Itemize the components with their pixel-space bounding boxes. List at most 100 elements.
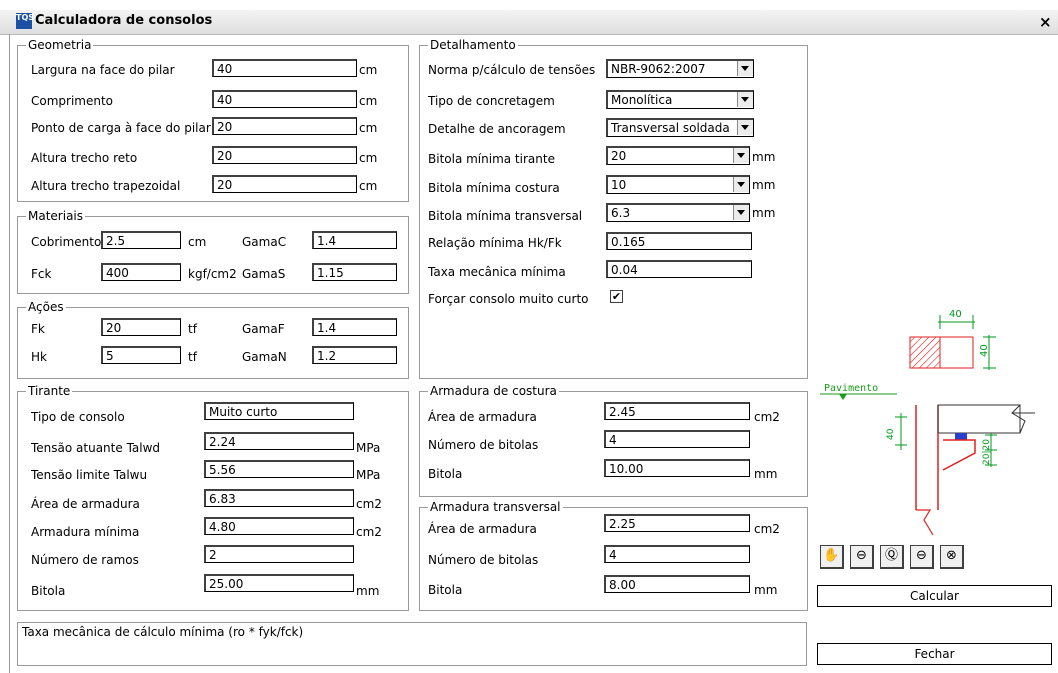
altura-reto-input[interactable]: 20 xyxy=(212,146,357,164)
materiais-legend: Materiais xyxy=(26,209,86,223)
chevron-down-icon[interactable] xyxy=(737,92,753,107)
gaman-input[interactable]: 1.2 xyxy=(312,346,397,364)
transversal-legend: Armadura transversal xyxy=(428,500,563,514)
forcar-checkbox[interactable]: ✔ xyxy=(610,290,623,303)
costura-numero-label: Número de bitolas xyxy=(428,438,539,452)
fck-label: Fck xyxy=(31,267,52,281)
bitola-costura-unit: mm xyxy=(752,178,776,192)
materiais-group: Materiais xyxy=(17,209,409,294)
transversal-bitola-label: Bitola xyxy=(428,583,463,597)
zoom-all-icon[interactable]: Ⓠ xyxy=(880,545,904,569)
transversal-numero-label: Número de bitolas xyxy=(428,553,539,567)
chevron-down-icon[interactable] xyxy=(737,120,753,135)
help-text-box: Taxa mecânica de cálculo mínima (ro * fy… xyxy=(17,622,807,666)
pan-icon[interactable]: ✋ xyxy=(820,545,844,569)
bitola-tirante-unit: mm xyxy=(752,150,776,164)
fck-input[interactable]: 400 xyxy=(101,263,181,281)
taxa-input[interactable]: 0.04 xyxy=(606,260,752,278)
gamas-input[interactable]: 1.15 xyxy=(312,263,397,281)
transversal-bitola-unit: mm xyxy=(754,583,778,597)
tirante-bitola-label: Bitola xyxy=(31,584,66,598)
forcar-label: Forçar consolo muito curto xyxy=(428,292,589,306)
zoom-window-icon[interactable]: ⊖ xyxy=(850,545,874,569)
tensao-limite-label: Tensão limite Talwu xyxy=(31,468,148,482)
ancoragem-select[interactable]: Transversal soldada xyxy=(606,118,754,137)
tirante-tipo-value: Muito curto xyxy=(204,402,354,420)
window-border xyxy=(9,34,10,673)
norma-select[interactable]: NBR-9062:2007 xyxy=(606,59,754,78)
side-view: Pavimento 40 20|20 xyxy=(820,383,1035,536)
costura-bitola-value: 10.00 xyxy=(604,459,750,477)
altura-trapezoidal-input[interactable]: 20 xyxy=(212,175,357,193)
bitola-costura-label: Bitola mínima costura xyxy=(428,181,560,195)
ponto-carga-input[interactable]: 20 xyxy=(212,117,357,135)
calcular-button[interactable]: Calcular xyxy=(817,585,1052,607)
fk-label: Fk xyxy=(31,322,45,336)
cobrimento-input[interactable]: 2.5 xyxy=(101,231,181,249)
relacao-label: Relação mínima Hk/Fk xyxy=(428,236,562,250)
tensao-atuante-value: 2.24 xyxy=(204,432,354,450)
largura-label: Largura na face do pilar xyxy=(31,63,175,77)
fk-input[interactable]: 20 xyxy=(101,318,181,336)
redraw-icon[interactable]: ⊗ xyxy=(940,545,964,569)
hk-label: Hk xyxy=(31,350,47,364)
transversal-area-unit: cm2 xyxy=(754,522,780,536)
fck-unit: kgf/cm2 xyxy=(188,267,237,281)
concretagem-label: Tipo de concretagem xyxy=(428,94,555,108)
taxa-label: Taxa mecânica mínima xyxy=(428,265,566,279)
ancoragem-value: Transversal soldada xyxy=(611,121,730,135)
chevron-down-icon[interactable] xyxy=(737,61,753,76)
altura-trapezoidal-unit: cm xyxy=(359,179,378,193)
close-icon[interactable]: × xyxy=(1039,13,1052,31)
consolo-drawing: 40 40 Pavimento 40 20|20 xyxy=(820,309,1035,536)
zoom-out-icon[interactable]: ⊖ xyxy=(910,545,934,569)
gamaf-label: GamaF xyxy=(242,322,285,336)
hk-input[interactable]: 5 xyxy=(101,346,181,364)
transversal-numero-value: 4 xyxy=(604,545,750,563)
gamas-label: GamaS xyxy=(242,267,286,281)
tensao-atuante-unit: MPa xyxy=(356,441,381,455)
bitola-costura-select[interactable]: 10 xyxy=(606,175,750,194)
comprimento-input[interactable]: 40 xyxy=(212,90,357,108)
numero-ramos-value: 2 xyxy=(204,545,354,563)
ancoragem-label: Detalhe de ancoragem xyxy=(428,122,566,136)
chevron-down-icon[interactable] xyxy=(733,148,749,163)
gamac-input[interactable]: 1.4 xyxy=(312,231,397,249)
fechar-button[interactable]: Fechar xyxy=(817,643,1052,665)
fk-unit: tf xyxy=(188,322,197,336)
top-view: 40 40 xyxy=(909,309,996,370)
tirante-area-value: 6.83 xyxy=(204,489,354,507)
costura-legend: Armadura de costura xyxy=(428,384,559,398)
dim-height-label: 40 xyxy=(979,344,990,357)
costura-bitola-unit: mm xyxy=(754,467,778,481)
gamac-label: GamaC xyxy=(242,235,287,249)
armadura-minima-unit: cm2 xyxy=(356,525,382,539)
tensao-limite-unit: MPa xyxy=(356,468,381,482)
comprimento-label: Comprimento xyxy=(31,94,114,108)
ponto-carga-unit: cm xyxy=(359,121,378,135)
pavimento-label: Pavimento xyxy=(824,383,878,394)
costura-bitola-label: Bitola xyxy=(428,467,463,481)
costura-area-unit: cm2 xyxy=(754,410,780,424)
gamaf-input[interactable]: 1.4 xyxy=(312,318,397,336)
tirante-legend: Tirante xyxy=(26,384,73,398)
comprimento-unit: cm xyxy=(359,94,378,108)
chevron-down-icon[interactable] xyxy=(733,177,749,192)
window-title: Calculadora de consolos xyxy=(35,13,213,28)
dim-side-label: 40 xyxy=(886,428,896,440)
chevron-down-icon[interactable] xyxy=(733,205,749,220)
concretagem-select[interactable]: Monolítica xyxy=(606,90,754,109)
relacao-input[interactable]: 0.165 xyxy=(606,232,752,250)
help-text: Taxa mecânica de cálculo mínima (ro * fy… xyxy=(22,625,304,639)
bitola-tirante-select[interactable]: 20 xyxy=(606,146,750,165)
largura-input[interactable]: 40 xyxy=(212,59,357,77)
bitola-transversal-select[interactable]: 6.3 xyxy=(606,203,750,222)
gaman-label: GamaN xyxy=(242,350,287,364)
norma-label: Norma p/cálculo de tensões xyxy=(428,63,596,77)
transversal-area-value: 2.25 xyxy=(604,514,750,532)
largura-unit: cm xyxy=(359,63,378,77)
tirante-tipo-label: Tipo de consolo xyxy=(31,410,125,424)
acoes-legend: Ações xyxy=(26,300,66,314)
cobrimento-unit: cm xyxy=(188,235,207,249)
tirante-area-label: Área de armadura xyxy=(31,497,140,511)
